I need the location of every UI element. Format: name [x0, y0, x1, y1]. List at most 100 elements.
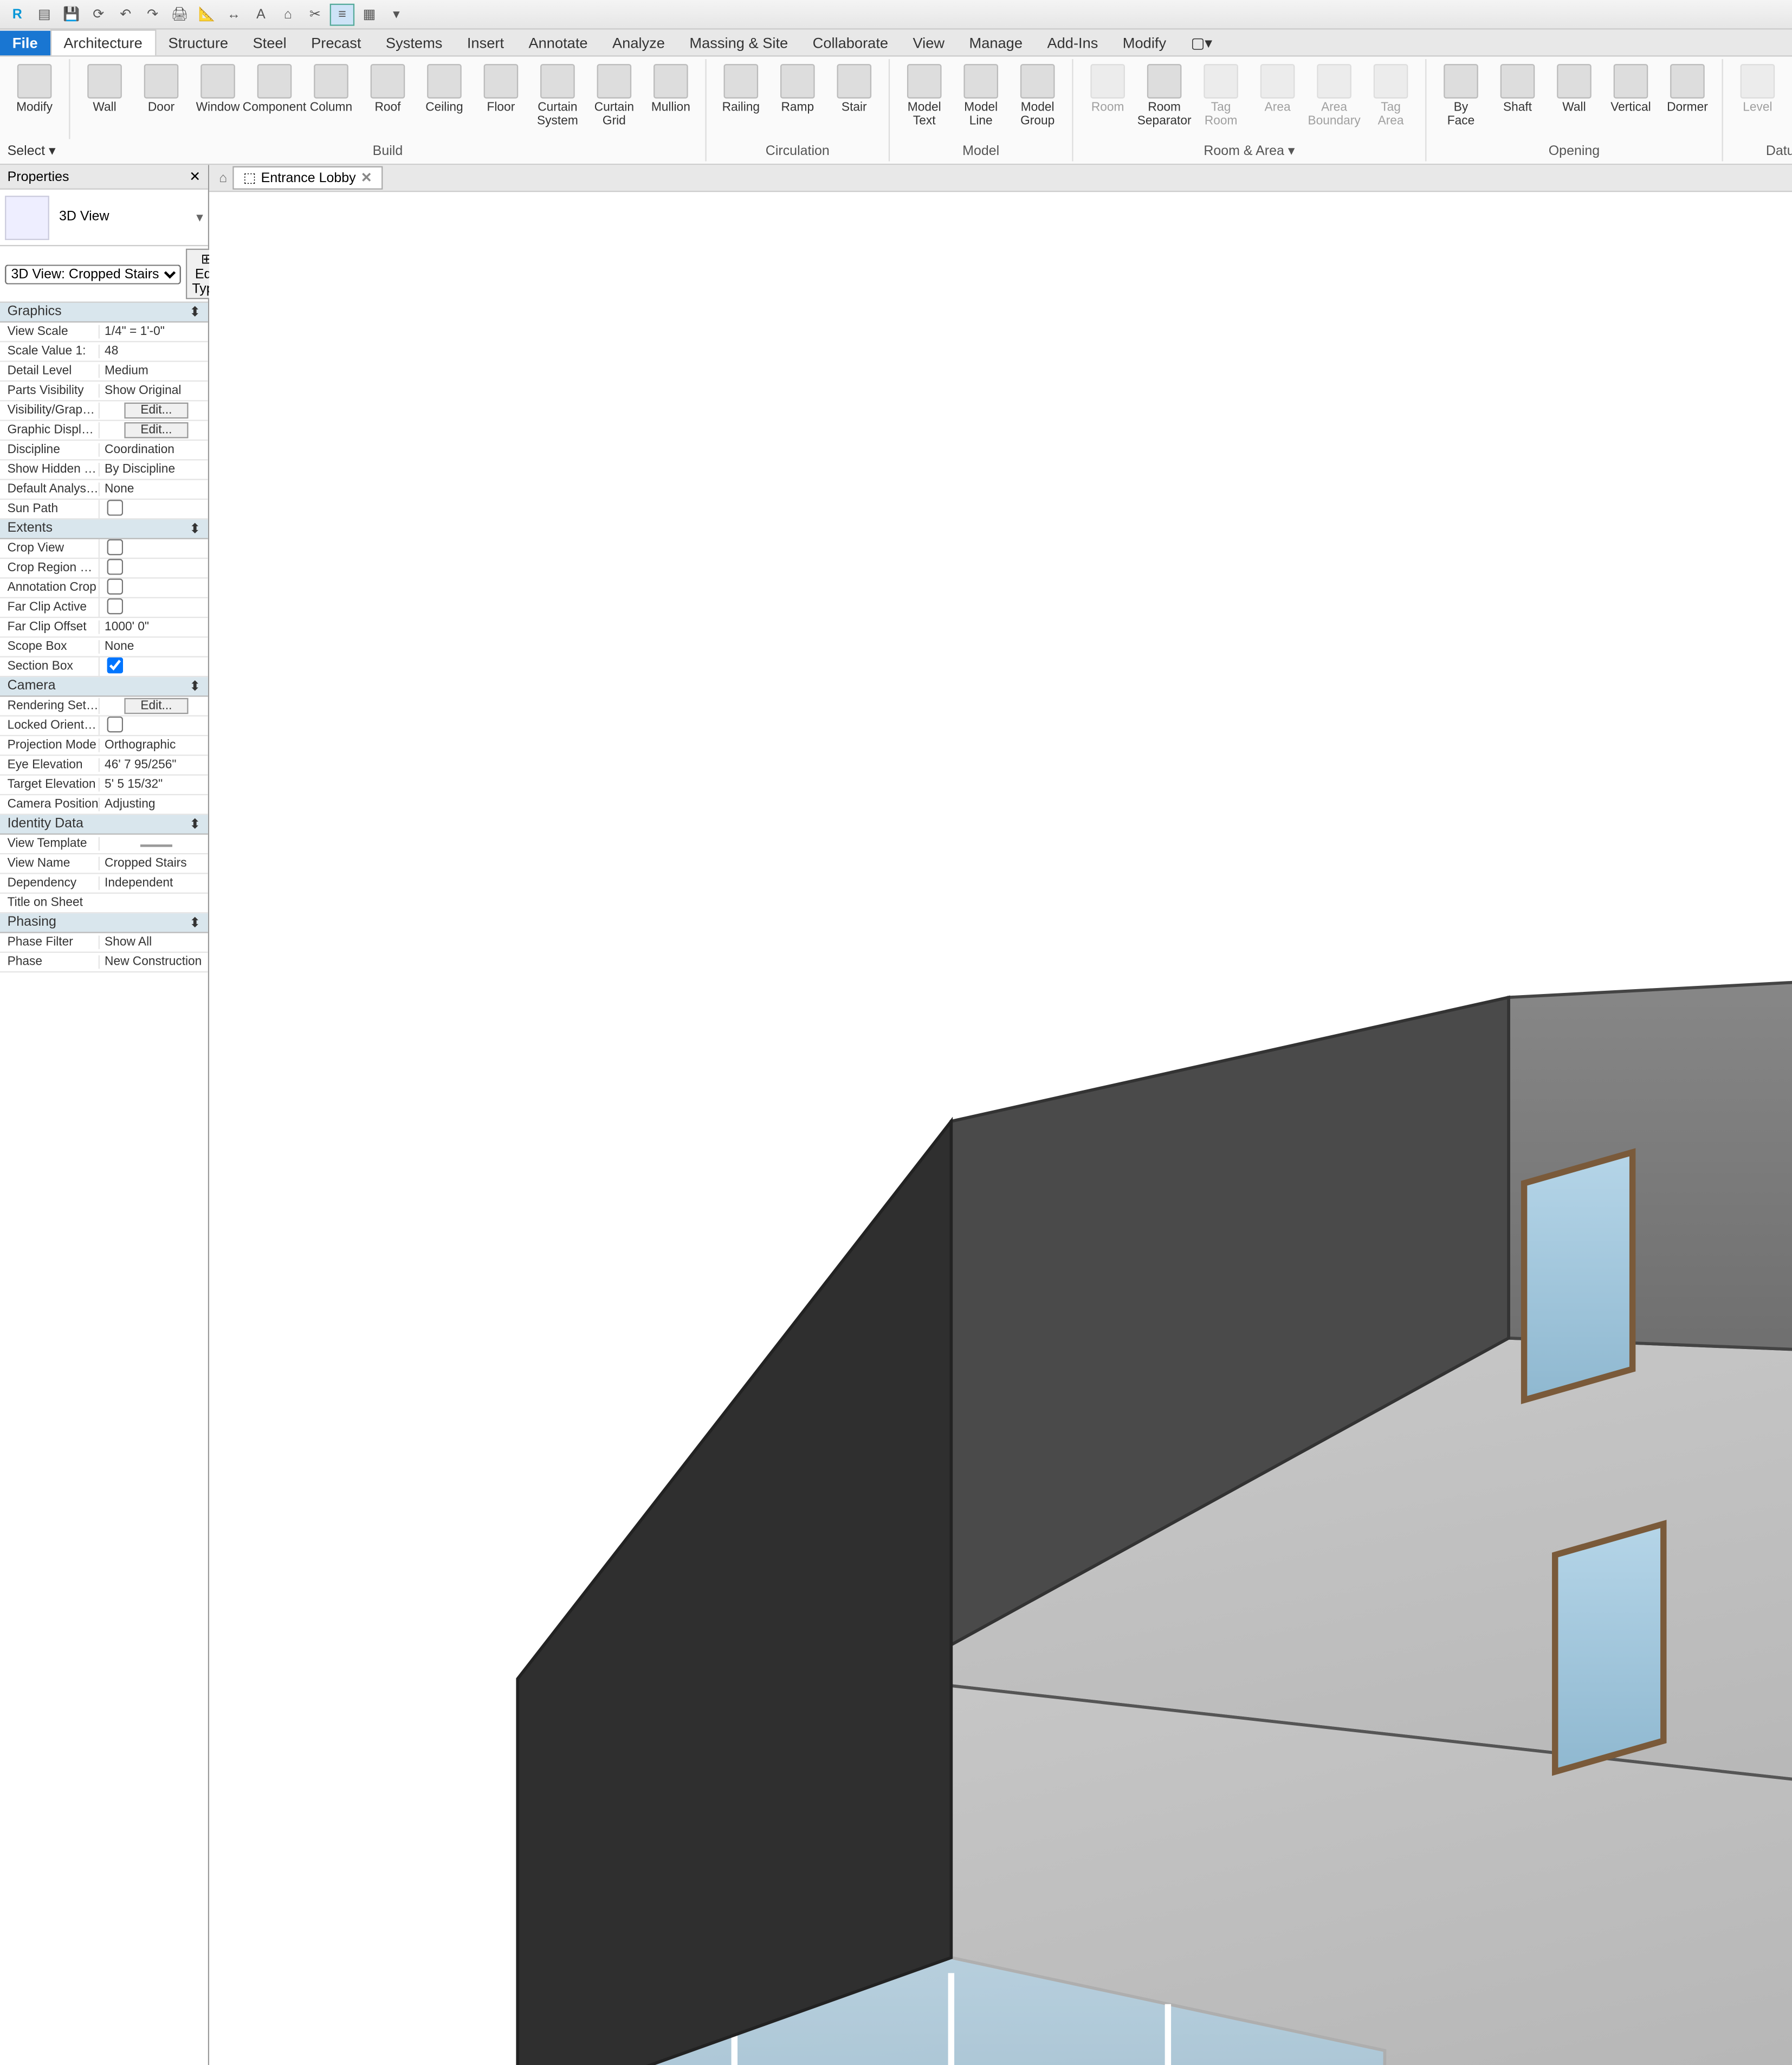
qat-save[interactable]: 💾: [59, 3, 83, 25]
qat-section[interactable]: ✂: [303, 3, 327, 25]
qat-switch[interactable]: ▾: [384, 3, 409, 25]
tab-structure[interactable]: Structure: [156, 31, 241, 55]
tool-wall[interactable]: Wall: [1547, 62, 1601, 142]
tab-architecture[interactable]: Architecture: [50, 30, 156, 56]
view-tab-expand-icon[interactable]: ⌂: [214, 171, 232, 185]
tool-component[interactable]: Component: [248, 62, 302, 142]
prop-value[interactable]: Show All: [99, 935, 208, 949]
prop-checkbox[interactable]: [107, 558, 124, 575]
tool-model-text[interactable]: ModelText: [897, 62, 952, 142]
tab-manage[interactable]: Manage: [957, 31, 1035, 55]
tab-analyze[interactable]: Analyze: [600, 31, 677, 55]
prop-value[interactable]: [99, 558, 208, 578]
tool-ceiling[interactable]: Ceiling: [417, 62, 471, 142]
revit-logo[interactable]: R: [5, 3, 29, 25]
qat-sync[interactable]: ⟳: [86, 3, 111, 25]
tool-by-face[interactable]: ByFace: [1434, 62, 1488, 142]
qat-print[interactable]: 🖨: [167, 3, 192, 25]
prop-value[interactable]: None: [99, 482, 208, 496]
qat-text[interactable]: A: [249, 3, 273, 25]
qat-undo[interactable]: ↶: [113, 3, 138, 25]
tool-railing[interactable]: Railing: [714, 62, 768, 142]
tool-curtain-grid[interactable]: CurtainGrid: [587, 62, 641, 142]
tool-model-group[interactable]: ModelGroup: [1011, 62, 1065, 142]
qat-redo[interactable]: ↷: [140, 3, 165, 25]
prop-value[interactable]: 1000' 0": [99, 621, 208, 634]
select-dropdown[interactable]: Select ▾: [0, 139, 70, 162]
qat-close[interactable]: ▦: [357, 3, 381, 25]
prop-checkbox[interactable]: [107, 578, 124, 594]
prop-checkbox[interactable]: [107, 598, 124, 614]
tool-roof[interactable]: Roof: [360, 62, 415, 142]
properties-close-icon[interactable]: ✕: [189, 169, 200, 185]
tab-modify[interactable]: Modify: [1110, 31, 1179, 55]
view-tab-entrance-lobby[interactable]: ⬚ Entrance Lobby ✕: [232, 166, 383, 190]
prop-value[interactable]: [99, 657, 208, 676]
tab-massing[interactable]: Massing & Site: [677, 31, 800, 55]
prop-checkbox[interactable]: [107, 657, 124, 673]
tool-shaft[interactable]: Shaft: [1491, 62, 1545, 142]
prop-value[interactable]: By Discipline: [99, 463, 208, 476]
tab-addins[interactable]: Add-Ins: [1035, 31, 1110, 55]
tool-column[interactable]: Column: [304, 62, 358, 142]
tool-window[interactable]: Window: [191, 62, 245, 142]
prop-value[interactable]: [99, 539, 208, 558]
prop-value[interactable]: Edit...: [99, 403, 208, 419]
prop-value[interactable]: [99, 598, 208, 617]
prop-value[interactable]: Independent: [99, 876, 208, 890]
type-dropdown-icon[interactable]: ▾: [196, 209, 203, 225]
tool-stair[interactable]: Stair: [827, 62, 881, 142]
qat-open[interactable]: ▤: [32, 3, 56, 25]
props-section-phasing[interactable]: Phasing⬍: [0, 913, 208, 933]
prop-value[interactable]: None: [99, 640, 208, 654]
tool-wall[interactable]: Wall: [77, 62, 132, 142]
prop-value[interactable]: 5' 5 15/32": [99, 778, 208, 791]
tool-door[interactable]: Door: [134, 62, 189, 142]
prop-value[interactable]: Edit...: [99, 422, 208, 438]
qat-3d[interactable]: ⌂: [276, 3, 300, 25]
prop-checkbox[interactable]: [107, 499, 124, 515]
tool-room-separator[interactable]: RoomSeparator: [1137, 62, 1192, 140]
instance-selector[interactable]: 3D View: Cropped Stairs: [5, 264, 181, 283]
tool-floor[interactable]: Floor: [474, 62, 528, 142]
tab-annotate[interactable]: Annotate: [516, 31, 600, 55]
prop-value[interactable]: Coordination: [99, 443, 208, 457]
prop-value[interactable]: Orthographic: [99, 739, 208, 752]
prop-value[interactable]: Medium: [99, 364, 208, 378]
prop-value[interactable]: New Construction: [99, 956, 208, 969]
tab-precast[interactable]: Precast: [299, 31, 373, 55]
props-section-graphics[interactable]: Graphics⬍: [0, 303, 208, 322]
prop-value[interactable]: [99, 578, 208, 597]
tool-ramp[interactable]: Ramp: [771, 62, 825, 142]
prop-value[interactable]: [99, 837, 208, 850]
tab-collaborate[interactable]: Collaborate: [800, 31, 901, 55]
view-tab-close-icon[interactable]: ✕: [361, 170, 372, 186]
prop-checkbox[interactable]: [107, 716, 124, 732]
tool-dormer[interactable]: Dormer: [1660, 62, 1715, 142]
prop-value[interactable]: Show Original: [99, 384, 208, 398]
tool-mullion[interactable]: Mullion: [644, 62, 698, 142]
prop-value[interactable]: 46' 7 95/256": [99, 758, 208, 772]
prop-value[interactable]: Adjusting: [99, 798, 208, 811]
prop-value[interactable]: Edit...: [99, 698, 208, 714]
3d-viewport[interactable]: FRONT TOP ⊚ ✋ 🔍 ⟲ ▾: [209, 192, 1792, 2065]
props-section-camera[interactable]: Camera⬍: [0, 677, 208, 696]
props-section-identity[interactable]: Identity Data⬍: [0, 815, 208, 835]
prop-value[interactable]: [99, 499, 208, 519]
tool-vertical[interactable]: Vertical: [1603, 62, 1658, 142]
tool-curtain-system[interactable]: CurtainSystem: [531, 62, 585, 142]
prop-value[interactable]: Cropped Stairs: [99, 857, 208, 870]
qat-dim[interactable]: ↔: [222, 3, 246, 25]
tool-modify[interactable]: Modify: [8, 62, 62, 137]
qat-measure[interactable]: 📐: [195, 3, 219, 25]
prop-value[interactable]: 1/4" = 1'-0": [99, 325, 208, 339]
qat-thin[interactable]: ≡: [330, 3, 354, 25]
tab-finish[interactable]: ▢▾: [1179, 31, 1225, 55]
tab-file[interactable]: File: [0, 31, 50, 55]
prop-value[interactable]: [99, 716, 208, 735]
props-section-extents[interactable]: Extents⬍: [0, 519, 208, 539]
tab-insert[interactable]: Insert: [455, 31, 516, 55]
tab-view[interactable]: View: [901, 31, 957, 55]
tool-model-line[interactable]: ModelLine: [954, 62, 1008, 142]
prop-checkbox[interactable]: [107, 539, 124, 555]
